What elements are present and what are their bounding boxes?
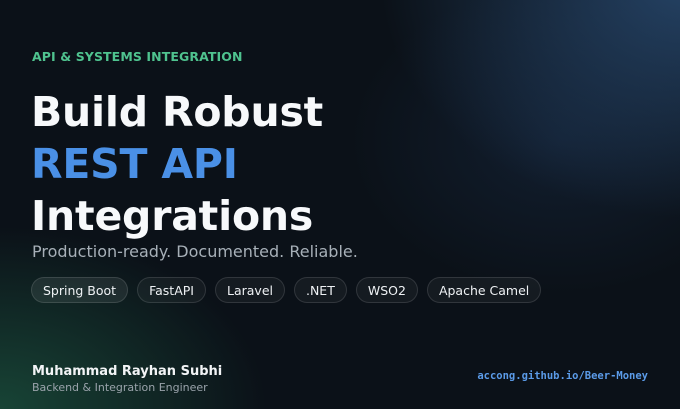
author-name: Muhammad Rayhan Subhi (32, 364, 223, 379)
headline-line-3: Integrations (31, 192, 314, 240)
headline-line-1: Build Robust (31, 88, 324, 136)
site-url-link[interactable]: accong.github.io/Beer-Money (477, 370, 648, 382)
tag-fastapi: FastAPI (137, 277, 206, 303)
headline-line-2: REST API (31, 140, 238, 188)
tag-dotnet: .NET (293, 277, 347, 303)
tag-spring-boot: Spring Boot (31, 277, 129, 303)
subtitle: Production-ready. Documented. Reliable. (32, 242, 358, 261)
promo-card: API & SYSTEMS INTEGRATION Build Robust R… (0, 0, 680, 409)
tech-tag-list: Spring Boot FastAPI Laravel .NET WSO2 Ap… (31, 277, 542, 303)
eyebrow-label: API & SYSTEMS INTEGRATION (32, 49, 243, 64)
tag-wso2: WSO2 (355, 277, 418, 303)
tag-apache-camel: Apache Camel (426, 277, 542, 303)
author-role: Backend & Integration Engineer (32, 381, 208, 394)
tag-laravel: Laravel (215, 277, 285, 303)
